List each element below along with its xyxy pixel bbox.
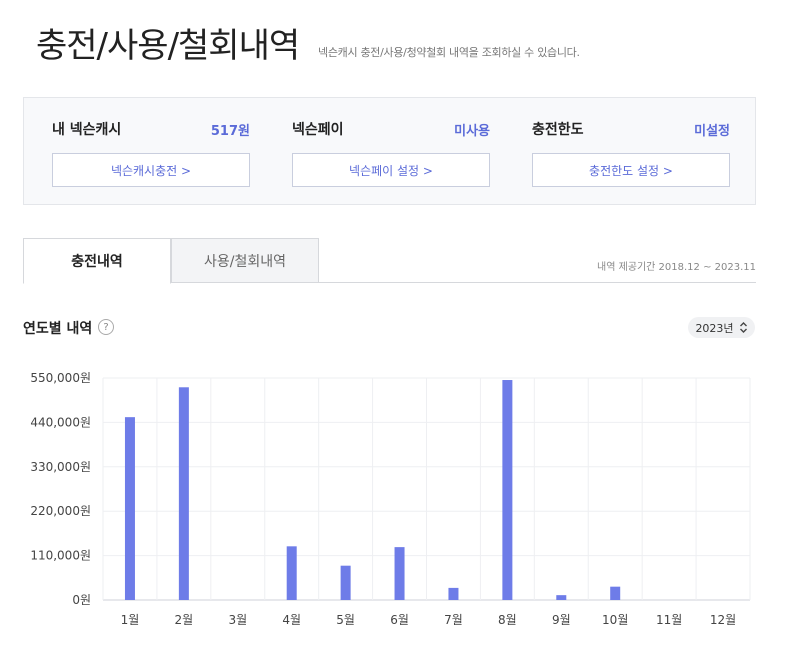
history-period: 내역 제공기간 2018.12 ~ 2023.11 (597, 262, 756, 273)
tab-charge-history[interactable]: 충전내역 (23, 238, 171, 284)
x-tick-label: 10월 (602, 613, 628, 627)
x-tick-label: 2월 (175, 613, 194, 627)
bar-2[interactable] (178, 387, 189, 600)
updown-chevron-icon (739, 322, 747, 333)
nexon-cash-value: 517원 (210, 124, 250, 139)
charge-limit-settings-button[interactable]: 충전한도 설정 > (532, 153, 730, 187)
y-tick-label: 0원 (72, 593, 91, 607)
bar-9[interactable] (556, 595, 567, 600)
bar-4[interactable] (286, 546, 297, 600)
help-icon[interactable]: ? (98, 319, 114, 335)
x-tick-label: 7월 (444, 613, 463, 627)
yearly-chart: 0원 110,000원 220,000원 330,000원 440,000원 550,00… (30, 371, 751, 627)
bar-1[interactable] (124, 417, 135, 600)
x-tick-label: 4월 (282, 613, 301, 627)
bar-6[interactable] (394, 547, 405, 600)
page-description: 넥슨캐시 충전/사용/청약철회 내역을 조회하실 수 있습니다. (318, 46, 580, 59)
y-tick-label: 220,000원 (30, 504, 91, 518)
x-tick-label: 3월 (228, 613, 247, 627)
x-tick-label: 11월 (656, 613, 682, 627)
nexon-cash-charge-button[interactable]: 넥슨캐시충전 > (52, 153, 250, 187)
charge-limit-card: 충전한도 미설정 충전한도 설정 > (532, 98, 730, 206)
year-select-value: 2023년 (695, 321, 734, 335)
charge-limit-value: 미설정 (694, 124, 730, 139)
page-title: 충전/사용/철회내역 (36, 26, 300, 66)
nexon-pay-card: 넥슨페이 미사용 넥슨페이 설정 > (292, 98, 490, 206)
nexon-pay-label: 넥슨페이 (292, 122, 344, 138)
bar-7[interactable] (448, 587, 459, 600)
x-tick-label: 6월 (390, 613, 409, 627)
y-tick-label: 330,000원 (30, 460, 91, 474)
x-tick-label: 8월 (498, 613, 517, 627)
bar-8[interactable] (502, 380, 513, 600)
section-title: 연도별 내역 (23, 321, 93, 337)
nexon-cash-card: 내 넥슨캐시 517원 넥슨캐시충전 > (52, 98, 250, 206)
bar-5[interactable] (340, 565, 351, 600)
history-tabs: 충전내역 사용/철회내역 내역 제공기간 2018.12 ~ 2023.11 (23, 238, 756, 284)
tab-usage-history[interactable]: 사용/철회내역 (171, 238, 319, 283)
nexon-pay-settings-button[interactable]: 넥슨페이 설정 > (292, 153, 490, 187)
summary-panel: 내 넥슨캐시 517원 넥슨캐시충전 > 넥슨페이 미사용 넥슨페이 설정 > … (23, 97, 756, 205)
y-tick-label: 550,000원 (30, 371, 91, 385)
nexon-cash-label: 내 넥슨캐시 (52, 122, 122, 138)
bar-10[interactable] (610, 586, 621, 600)
nexon-pay-value: 미사용 (454, 124, 490, 139)
x-tick-label: 1월 (121, 613, 140, 627)
y-tick-label: 110,000원 (30, 549, 91, 563)
x-tick-label: 5월 (336, 613, 355, 627)
year-select[interactable]: 2023년 (688, 317, 755, 338)
x-tick-label: 9월 (552, 613, 571, 627)
y-tick-label: 440,000원 (30, 415, 91, 429)
x-tick-label: 12월 (710, 613, 736, 627)
charge-limit-label: 충전한도 (532, 122, 584, 138)
